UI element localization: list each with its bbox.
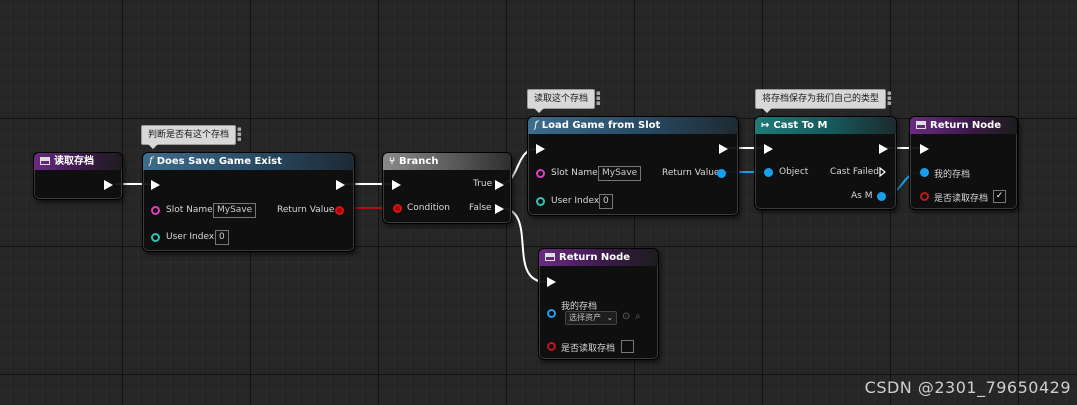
node-header: Return Node (910, 117, 1017, 134)
comment-handle[interactable]: ▪ ▪ ▪ (237, 126, 242, 143)
watermark-text: CSDN @2301_79650429 (864, 378, 1071, 397)
is-read-save-pin[interactable] (920, 192, 929, 201)
function-icon: f (149, 156, 153, 167)
user-index-input[interactable]: 0 (599, 194, 613, 209)
user-index-pin[interactable] (151, 233, 160, 242)
function-entry-icon (40, 157, 50, 165)
node-header: ⑂ Branch (383, 153, 511, 170)
comment-text: 读取这个存档 (534, 94, 589, 104)
condition-pin[interactable] (393, 204, 402, 213)
exec-out-pin[interactable] (336, 180, 345, 190)
node-header: 读取存档 (34, 153, 122, 170)
node-load-game-from-slot[interactable]: f Load Game from Slot Slot Name MySave Re… (527, 116, 739, 216)
node-title: Return Node (559, 252, 631, 263)
comment-cast[interactable]: 将存档保存为我们自己的类型 ▪ ▪ ▪ (755, 89, 892, 113)
user-index-pin[interactable] (536, 197, 545, 206)
slot-name-input[interactable]: MySave (213, 203, 257, 218)
is-read-save-checkbox[interactable] (621, 340, 634, 353)
node-header: f Does Save Game Exist (143, 153, 354, 170)
slot-name-pin[interactable] (151, 206, 160, 215)
reset-asset-icon[interactable]: ⊙ (622, 311, 630, 322)
comment-handle[interactable]: ▪ ▪ ▪ (887, 90, 892, 107)
exec-in-pin[interactable] (392, 180, 401, 190)
exec-in-pin[interactable] (536, 144, 545, 154)
return-node-icon (545, 253, 555, 261)
return-value-pin[interactable] (717, 169, 726, 178)
comment-handle[interactable]: ▪ ▪ ▪ (596, 90, 601, 107)
slot-name-input[interactable]: MySave (598, 166, 642, 181)
comment-text: 将存档保存为我们自己的类型 (762, 94, 880, 104)
my-save-label: 我的存档 (934, 170, 971, 180)
cast-failed-label: Cast Failed (830, 167, 879, 177)
node-return-top[interactable]: Return Node 我的存档 是否读取存档 ✓ (909, 116, 1018, 210)
is-read-save-checkbox[interactable]: ✓ (993, 190, 1006, 203)
node-title: Cast To M (773, 120, 828, 131)
return-value-pin[interactable] (335, 206, 344, 215)
return-value-label: Return Value (662, 168, 720, 178)
comment-load-slot[interactable]: 读取这个存档 ▪ ▪ ▪ (527, 89, 601, 113)
slot-name-pin[interactable] (536, 169, 545, 178)
condition-label: Condition (407, 203, 450, 213)
node-title: Load Game from Slot (541, 120, 661, 131)
node-title: Branch (399, 156, 439, 167)
false-label: False (469, 203, 492, 213)
comment-does-save-exist[interactable]: 判断是否有这个存档 ▪ ▪ ▪ (141, 125, 242, 149)
exec-in-pin[interactable] (764, 144, 773, 154)
as-m-pin[interactable] (877, 192, 886, 201)
branch-icon: ⑂ (389, 156, 395, 167)
node-header: Return Node (539, 249, 658, 266)
node-title: 读取存档 (54, 156, 94, 167)
exec-in-pin[interactable] (547, 277, 556, 287)
browse-asset-icon[interactable]: ⌕ (635, 311, 641, 322)
exec-out-pin[interactable] (104, 180, 113, 190)
node-does-save-game-exist[interactable]: f Does Save Game Exist Slot Name MySave R… (142, 152, 355, 252)
node-header: f Load Game from Slot (528, 117, 738, 134)
exec-in-pin[interactable] (920, 144, 929, 154)
asset-select-dropdown[interactable]: 选择资产 ⌄ (565, 311, 618, 325)
node-title: Return Node (930, 120, 1002, 131)
function-icon: f (534, 120, 538, 131)
is-read-save-pin[interactable] (547, 342, 556, 351)
exec-out-pin[interactable] (719, 144, 728, 154)
cast-failed-exec-pin[interactable] (879, 167, 886, 177)
node-return-bottom[interactable]: Return Node 我的存档 选择资产 ⌄ ⊙ ⌕ 是否读取存档 (538, 248, 659, 360)
comment-text: 判断是否有这个存档 (148, 130, 230, 140)
object-pin[interactable] (764, 168, 773, 177)
slot-name-label: Slot Name (551, 168, 598, 178)
is-read-save-label: 是否读取存档 (561, 344, 616, 354)
exec-false-pin[interactable] (495, 204, 504, 214)
my-save-pin[interactable] (920, 168, 929, 177)
node-branch[interactable]: ⑂ Branch True Condition False (382, 152, 512, 224)
user-index-label: User Index (166, 232, 215, 242)
true-label: True (473, 179, 493, 189)
my-save-pin[interactable] (547, 309, 556, 318)
user-index-label: User Index (551, 196, 600, 206)
return-node-icon (916, 121, 926, 129)
return-value-label: Return Value (277, 205, 335, 215)
slot-name-label: Slot Name (166, 205, 213, 215)
as-m-label: As M (851, 191, 873, 201)
node-cast-to-m[interactable]: ↦ Cast To M Object Cast Failed As M (754, 116, 897, 210)
object-label: Object (779, 167, 809, 177)
user-index-input[interactable]: 0 (215, 230, 229, 245)
node-header: ↦ Cast To M (755, 117, 896, 134)
asset-select-value: 选择资产 (569, 313, 601, 322)
exec-out-pin[interactable] (879, 144, 888, 154)
exec-true-pin[interactable] (495, 180, 504, 190)
cast-icon: ↦ (761, 120, 770, 131)
node-title: Does Save Game Exist (156, 156, 282, 167)
node-read-save[interactable]: 读取存档 (33, 152, 123, 200)
is-read-save-label: 是否读取存档 (934, 194, 989, 204)
chevron-down-icon: ⌄ (606, 313, 614, 322)
exec-in-pin[interactable] (151, 180, 160, 190)
